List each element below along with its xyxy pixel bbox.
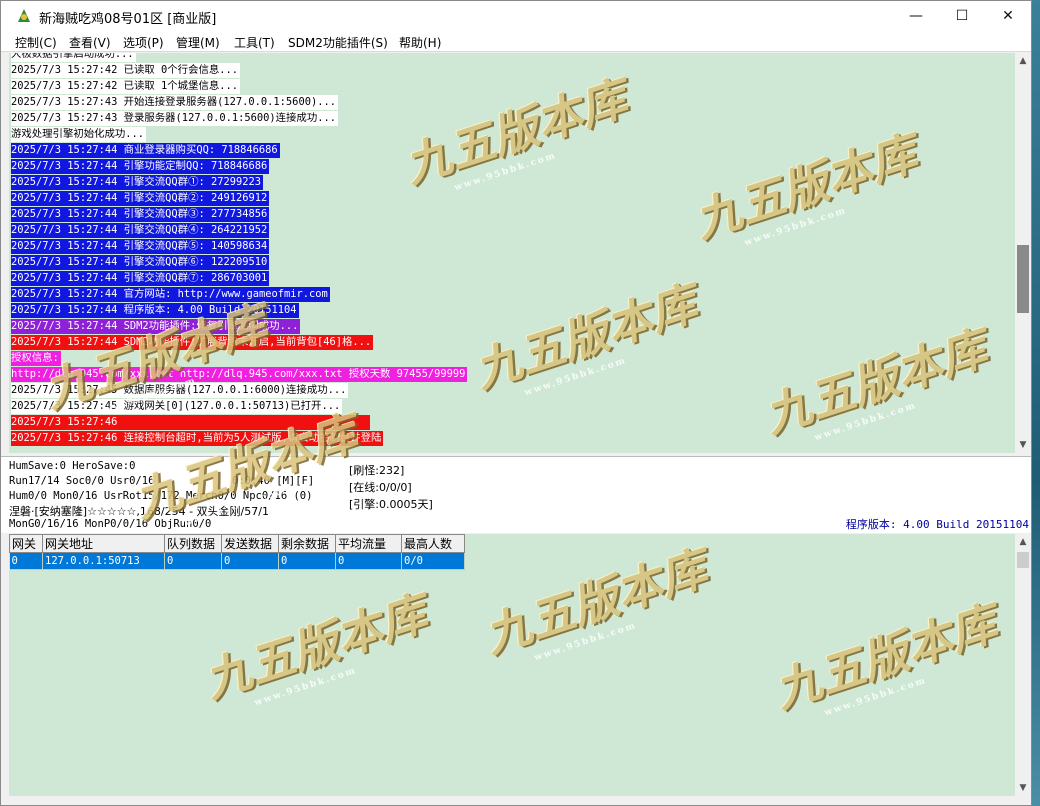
status-refresh: [刷怪:232] xyxy=(349,464,405,477)
main-window: 新海贼吃鸡08号01区 [商业版] — ☐ ✕ 控制(C) 查看(V) 选项(P… xyxy=(0,0,1032,806)
log-line: 2025/7/3 15:27:45 游戏网关[0](127.0.0.1:5071… xyxy=(11,399,343,414)
log-line: 2025/7/3 15:27:44 商业登录器购买QQ: 718846686 xyxy=(11,143,280,158)
menu-tools[interactable]: 工具(T) xyxy=(234,34,275,51)
grid-scrollbar[interactable]: ▲ ▼ xyxy=(1015,534,1031,796)
log-line: 2025/7/3 15:27:44 官方网站: http://www.gameo… xyxy=(11,287,330,302)
log-line: http://dlq.945.com/xxx.txt http://dlq.94… xyxy=(11,367,468,382)
cell-avg-flow: 0 xyxy=(335,552,402,570)
col-gateway[interactable]: 网关 xyxy=(9,534,43,553)
app-icon xyxy=(18,9,30,22)
cell-max-users: 0/0 xyxy=(401,552,465,570)
grid-scroll-up-icon[interactable]: ▲ xyxy=(1015,534,1031,550)
log-line: 游戏处理引擎初始化成功... xyxy=(11,127,147,142)
gateway-table: 网关 网关地址 队列数据 发送数据 剩余数据 平均流量 最高人数 0 127.0… xyxy=(9,534,465,570)
log-line: 2025/7/3 15:27:44 程序版本: 4.00 Build 20151… xyxy=(11,303,299,318)
status-online: [在线:0/0/0] xyxy=(349,481,412,494)
grid-scroll-down-icon[interactable]: ▼ xyxy=(1015,780,1031,796)
scroll-up-icon[interactable]: ▲ xyxy=(1015,53,1031,69)
menu-options[interactable]: 选项(P) xyxy=(123,34,164,51)
cell-remain: 0 xyxy=(278,552,336,570)
gateway-grid[interactable]: 网关 网关地址 队列数据 发送数据 剩余数据 平均流量 最高人数 0 127.0… xyxy=(9,534,1015,796)
log-line: 2025/7/3 15:27:44 SDM2功能插件:修复引擎漏洞成功... xyxy=(11,319,301,334)
status-monster: 涅磐·[安纳塞隆]☆☆☆☆☆,168/254 - 双头金刚/57/1 xyxy=(9,505,269,518)
menu-help[interactable]: 帮助(H) xyxy=(399,34,441,51)
log-line: 2025/7/3 15:27:44 SDM2功能插件:扩展背包未开启,当前背包[… xyxy=(11,335,374,350)
log-line: 授权信息: xyxy=(11,351,61,366)
menu-bar: 控制(C) 查看(V) 选项(P) 管理(M) 工具(T) SDM2功能插件(S… xyxy=(1,31,1031,52)
status-save: HumSave:0 HeroSave:0 xyxy=(9,460,136,472)
status-uptime: 0:0:40 [M][F] xyxy=(232,475,315,487)
log-line: 2025/7/3 15:27:44 引擎交流QQ群②: 249126912 xyxy=(11,191,270,206)
cell-gateway: 0 xyxy=(9,552,43,570)
log-line: 2025/7/3 15:27:46 连接控制台超时,当前为5人测试版,请启动控制… xyxy=(11,431,384,446)
maximize-button[interactable]: ☐ xyxy=(939,1,985,31)
scroll-down-icon[interactable]: ▼ xyxy=(1015,437,1031,453)
col-max-users[interactable]: 最高人数 xyxy=(401,534,465,553)
log-line: 2025/7/3 15:27:42 已读取 1个城堡信息... xyxy=(11,79,241,94)
log-line: 2025/7/3 15:27:44 引擎交流QQ群⑤: 140598634 xyxy=(11,239,270,254)
minimize-button[interactable]: — xyxy=(893,1,939,31)
log-line: 2025/7/3 15:27:42 已读取 0个行会信息... xyxy=(11,63,241,78)
log-line: 2025/7/3 15:27:46 xyxy=(11,415,370,430)
menu-view[interactable]: 查看(V) xyxy=(69,34,111,51)
menu-manage[interactable]: 管理(M) xyxy=(176,34,220,51)
log-line: 2025/7/3 15:27:43 登录服务器(127.0.0.1:5600)连… xyxy=(11,111,338,126)
log-scrollbar[interactable]: ▲ ▼ xyxy=(1015,53,1031,453)
cell-address: 127.0.0.1:50713 xyxy=(42,552,165,570)
log-line: 2025/7/3 15:27:44 引擎交流QQ群⑥: 122209510 xyxy=(11,255,270,270)
log-line: 大极数据引擎启动成功... xyxy=(11,53,136,62)
table-row[interactable]: 0 127.0.0.1:50713 0 0 0 0 0/0 xyxy=(9,552,465,570)
log-panel[interactable]: 大极数据引擎启动成功... 2025/7/3 15:27:42 已读取 0个行会信… xyxy=(9,53,1015,453)
status-engine: [引擎:0.0005天] xyxy=(349,498,433,511)
scroll-thumb[interactable] xyxy=(1017,245,1029,313)
build-version: 程序版本: 4.00 Build 20151104 xyxy=(845,518,1029,531)
log-line: 2025/7/3 15:27:45 数据库服务器(127.0.0.1:6000)… xyxy=(11,383,349,398)
cell-sent: 0 xyxy=(221,552,279,570)
log-line: 2025/7/3 15:27:44 引擎功能定制QQ: 718846686 xyxy=(11,159,270,174)
status-panel: HumSave:0 HeroSave:0 Run17/14 Soc0/0 Usr… xyxy=(1,456,1031,533)
col-queue[interactable]: 队列数据 xyxy=(164,534,222,553)
log-line: 2025/7/3 15:27:44 引擎交流QQ群③: 277734856 xyxy=(11,207,270,222)
title-bar[interactable]: 新海贼吃鸡08号01区 [商业版] — ☐ ✕ xyxy=(1,1,1031,31)
window-title: 新海贼吃鸡08号01区 [商业版] xyxy=(39,12,217,27)
cell-queue: 0 xyxy=(164,552,222,570)
status-hum: Hum0/0 Mon0/16 UsrRot15/172 Merch0/0 Npc… xyxy=(9,490,313,502)
col-remain[interactable]: 剩余数据 xyxy=(278,534,336,553)
col-sent[interactable]: 发送数据 xyxy=(221,534,279,553)
log-line: 2025/7/3 15:27:44 引擎交流QQ群⑦: 286703001 xyxy=(11,271,270,286)
status-mong: MonG0/16/16 MonP0/0/16 ObjRun0/0 xyxy=(9,518,212,530)
log-line: 2025/7/3 15:27:43 开始连接登录服务器(127.0.0.1:56… xyxy=(11,95,338,110)
status-run: Run17/14 Soc0/0 Usr0/16 xyxy=(9,475,155,487)
log-line: 2025/7/3 15:27:44 引擎交流QQ群①: 27299223 xyxy=(11,175,264,190)
menu-control[interactable]: 控制(C) xyxy=(15,34,57,51)
close-button[interactable]: ✕ xyxy=(985,1,1031,31)
menu-sdm2-plugin[interactable]: SDM2功能插件(S) xyxy=(288,34,388,51)
col-avg-flow[interactable]: 平均流量 xyxy=(335,534,402,553)
grid-scroll-thumb[interactable] xyxy=(1017,552,1029,568)
gateway-header-row: 网关 网关地址 队列数据 发送数据 剩余数据 平均流量 最高人数 xyxy=(9,534,465,553)
col-address[interactable]: 网关地址 xyxy=(42,534,165,553)
log-line: 2025/7/3 15:27:44 引擎交流QQ群④: 264221952 xyxy=(11,223,270,238)
